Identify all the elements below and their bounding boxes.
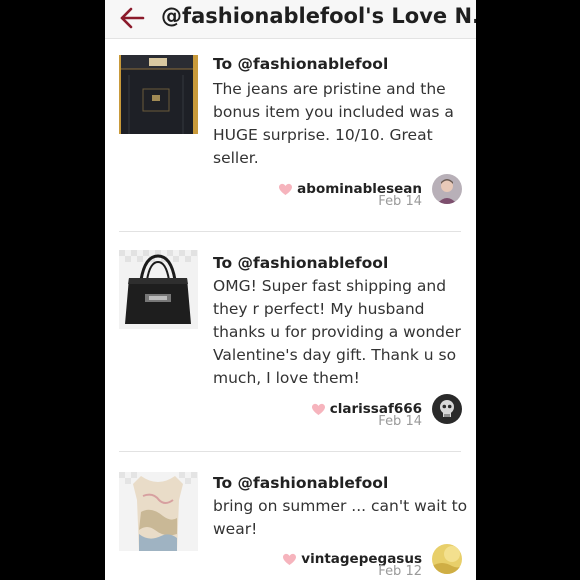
heart-icon[interactable] (311, 403, 326, 416)
jeans-photo-icon (119, 55, 198, 134)
page-title: @fashionablefool's Love N... (161, 4, 476, 28)
reviewer-info: abominablesean (278, 174, 462, 204)
review-date: Feb 12 (378, 564, 422, 579)
heart-icon[interactable] (278, 183, 293, 196)
review-date: Feb 14 (378, 194, 422, 209)
jeans-thumbnail[interactable] (119, 55, 198, 134)
review-card: To @fashionablefool The jeans are pristi… (105, 40, 476, 232)
tank-top-thumbnail[interactable] (119, 472, 198, 551)
user-avatar[interactable] (432, 174, 462, 204)
tank-top-photo-icon (119, 472, 198, 551)
user-avatar[interactable] (432, 544, 462, 574)
screen: @fashionablefool's Love N... To @fashion… (105, 0, 476, 580)
review-recipient: To @fashionablefool (213, 55, 389, 73)
review-date: Feb 14 (378, 414, 422, 429)
review-card: To @fashionablefool bring on summer ... … (105, 452, 476, 580)
gold-avatar-icon (432, 544, 462, 574)
review-message: bring on summer ... can't wait to wear! (213, 497, 468, 538)
review-message: OMG! Super fast shipping and they r perf… (213, 277, 461, 387)
review-recipient: To @fashionablefool (213, 254, 389, 272)
handbag-thumbnail[interactable] (119, 250, 198, 329)
reviewer-info: vintagepegasus (282, 544, 462, 574)
review-message: The jeans are pristine and the bonus ite… (213, 80, 454, 167)
handbag-photo-icon (119, 250, 198, 329)
skull-avatar-icon (432, 394, 462, 424)
heart-icon[interactable] (282, 553, 297, 566)
back-arrow-icon[interactable] (119, 6, 145, 30)
review-card: To @fashionablefool OMG! Super fast ship… (105, 232, 476, 452)
review-recipient: To @fashionablefool (213, 474, 389, 492)
user-avatar[interactable] (432, 394, 462, 424)
user-portrait-icon (432, 174, 462, 204)
top-bar: @fashionablefool's Love N... (105, 0, 476, 39)
